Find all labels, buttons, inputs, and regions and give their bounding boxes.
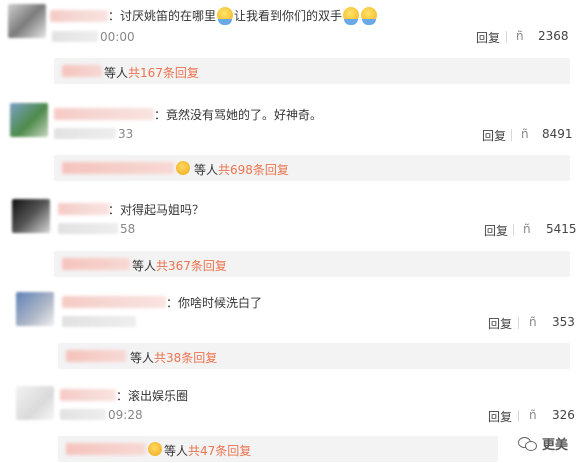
reply-button[interactable]: 回复 — [476, 29, 500, 46]
timestamp: 09:28 — [108, 408, 143, 422]
timestamp: 33 — [118, 127, 134, 141]
time-blurred — [52, 31, 98, 42]
comment-text: ：对得起马姐吗？ — [108, 201, 204, 218]
username-blurred[interactable] — [60, 389, 116, 401]
watermark: 更美 — [517, 434, 568, 453]
like-count: 353 — [552, 315, 575, 329]
like-count: 8491 — [542, 127, 573, 141]
time-blurred — [60, 409, 106, 420]
thumbs-up-icon[interactable]: ñ — [521, 127, 529, 141]
username-blurred[interactable] — [62, 296, 166, 308]
emoji-icon — [148, 442, 162, 456]
timestamp: 00:00 — [100, 30, 135, 44]
username-blurred[interactable] — [54, 108, 154, 120]
subreply-bar[interactable]: 等人共47条回复 — [58, 436, 498, 462]
comment-text: ：讨厌姚笛的在哪里 让我看到你们的双手 — [108, 7, 378, 25]
subreply-users-blurred — [66, 443, 146, 455]
comment-text-part: ：对得起马姐吗？ — [108, 203, 205, 217]
subreply-label: 等人 — [194, 163, 219, 177]
subreply-users-blurred — [62, 162, 174, 174]
subreply-text: 等人共367条回复 — [132, 257, 227, 274]
emoji-icon — [176, 161, 190, 175]
comment-text-part: ：滚出娱乐圈 — [116, 389, 189, 403]
time-blurred — [54, 128, 116, 139]
subreply-users-blurred — [62, 65, 102, 77]
avatar[interactable] — [16, 292, 54, 326]
username-blurred[interactable] — [58, 203, 110, 215]
subreply-bar[interactable]: 等人共367条回复 — [54, 251, 570, 277]
like-count: 326 — [552, 408, 575, 422]
reply-button[interactable]: 回复 — [482, 127, 506, 144]
comment-text: ：滚出娱乐圈 — [116, 387, 188, 404]
comment-text-part: ：讨厌姚笛的在哪里 — [108, 9, 217, 23]
avatar[interactable] — [12, 199, 50, 233]
subreply-count: 共698条回复 — [218, 163, 289, 177]
divider — [506, 31, 507, 43]
avatar[interactable] — [10, 103, 48, 137]
timestamp: 58 — [120, 222, 136, 236]
thumbs-up-icon[interactable]: ñ — [529, 315, 537, 329]
subreply-bar[interactable]: 等人共167条回复 — [54, 58, 570, 84]
subreply-text: 等人共167条回复 — [104, 64, 199, 81]
subreply-bar[interactable]: 等人共698条回复 — [54, 155, 570, 181]
subreply-bar[interactable]: 等人共38条回复 — [58, 343, 570, 369]
subreply-text: 等人共47条回复 — [164, 442, 251, 459]
like-count: 2368 — [538, 29, 569, 43]
thumbs-up-icon[interactable]: ñ — [516, 29, 524, 43]
wechat-icon — [517, 436, 538, 452]
comment-text: ：竟然没有骂她的了。好神奇。 — [154, 106, 322, 123]
subreply-text: 等人共698条回复 — [194, 161, 289, 178]
reply-button[interactable]: 回复 — [484, 222, 508, 239]
time-blurred — [62, 316, 136, 327]
subreply-label: 等人 — [104, 66, 129, 80]
avatar[interactable] — [8, 4, 46, 38]
divider — [513, 224, 514, 236]
divider — [511, 129, 512, 141]
emoji-icon — [343, 7, 360, 25]
thumbs-up-icon[interactable]: ñ — [523, 222, 531, 236]
divider — [518, 410, 519, 422]
comment-text-part: 让我看到你们的双手 — [234, 9, 343, 23]
subreply-count: 共47条回复 — [188, 444, 252, 458]
username-blurred[interactable] — [50, 10, 108, 22]
subreply-count: 共167条回复 — [128, 66, 199, 80]
subreply-count: 共367条回复 — [156, 259, 227, 273]
subreply-label: 等人 — [132, 259, 157, 273]
thumbs-up-icon[interactable]: ñ — [529, 408, 537, 422]
reply-button[interactable]: 回复 — [488, 315, 512, 332]
subreply-text: 等人共38条回复 — [130, 349, 217, 366]
subreply-users-blurred — [62, 258, 130, 270]
subreply-users-blurred — [66, 350, 126, 362]
emoji-icon — [217, 7, 234, 25]
time-blurred — [58, 223, 118, 234]
comment-text-part: ：你啥时候洗白了 — [166, 296, 263, 310]
comment-text-part: ：竟然没有骂她的了。好神奇。 — [154, 108, 323, 122]
watermark-text: 更美 — [541, 438, 568, 453]
like-count: 5415 — [546, 222, 577, 236]
comment-text: ：你啥时候洗白了 — [166, 294, 262, 311]
emoji-icon — [361, 7, 378, 25]
subreply-count: 共38条回复 — [154, 351, 218, 365]
reply-button[interactable]: 回复 — [488, 408, 512, 425]
subreply-label: 等人 — [130, 351, 155, 365]
divider — [518, 317, 519, 329]
avatar[interactable] — [16, 386, 54, 420]
subreply-label: 等人 — [164, 444, 189, 458]
